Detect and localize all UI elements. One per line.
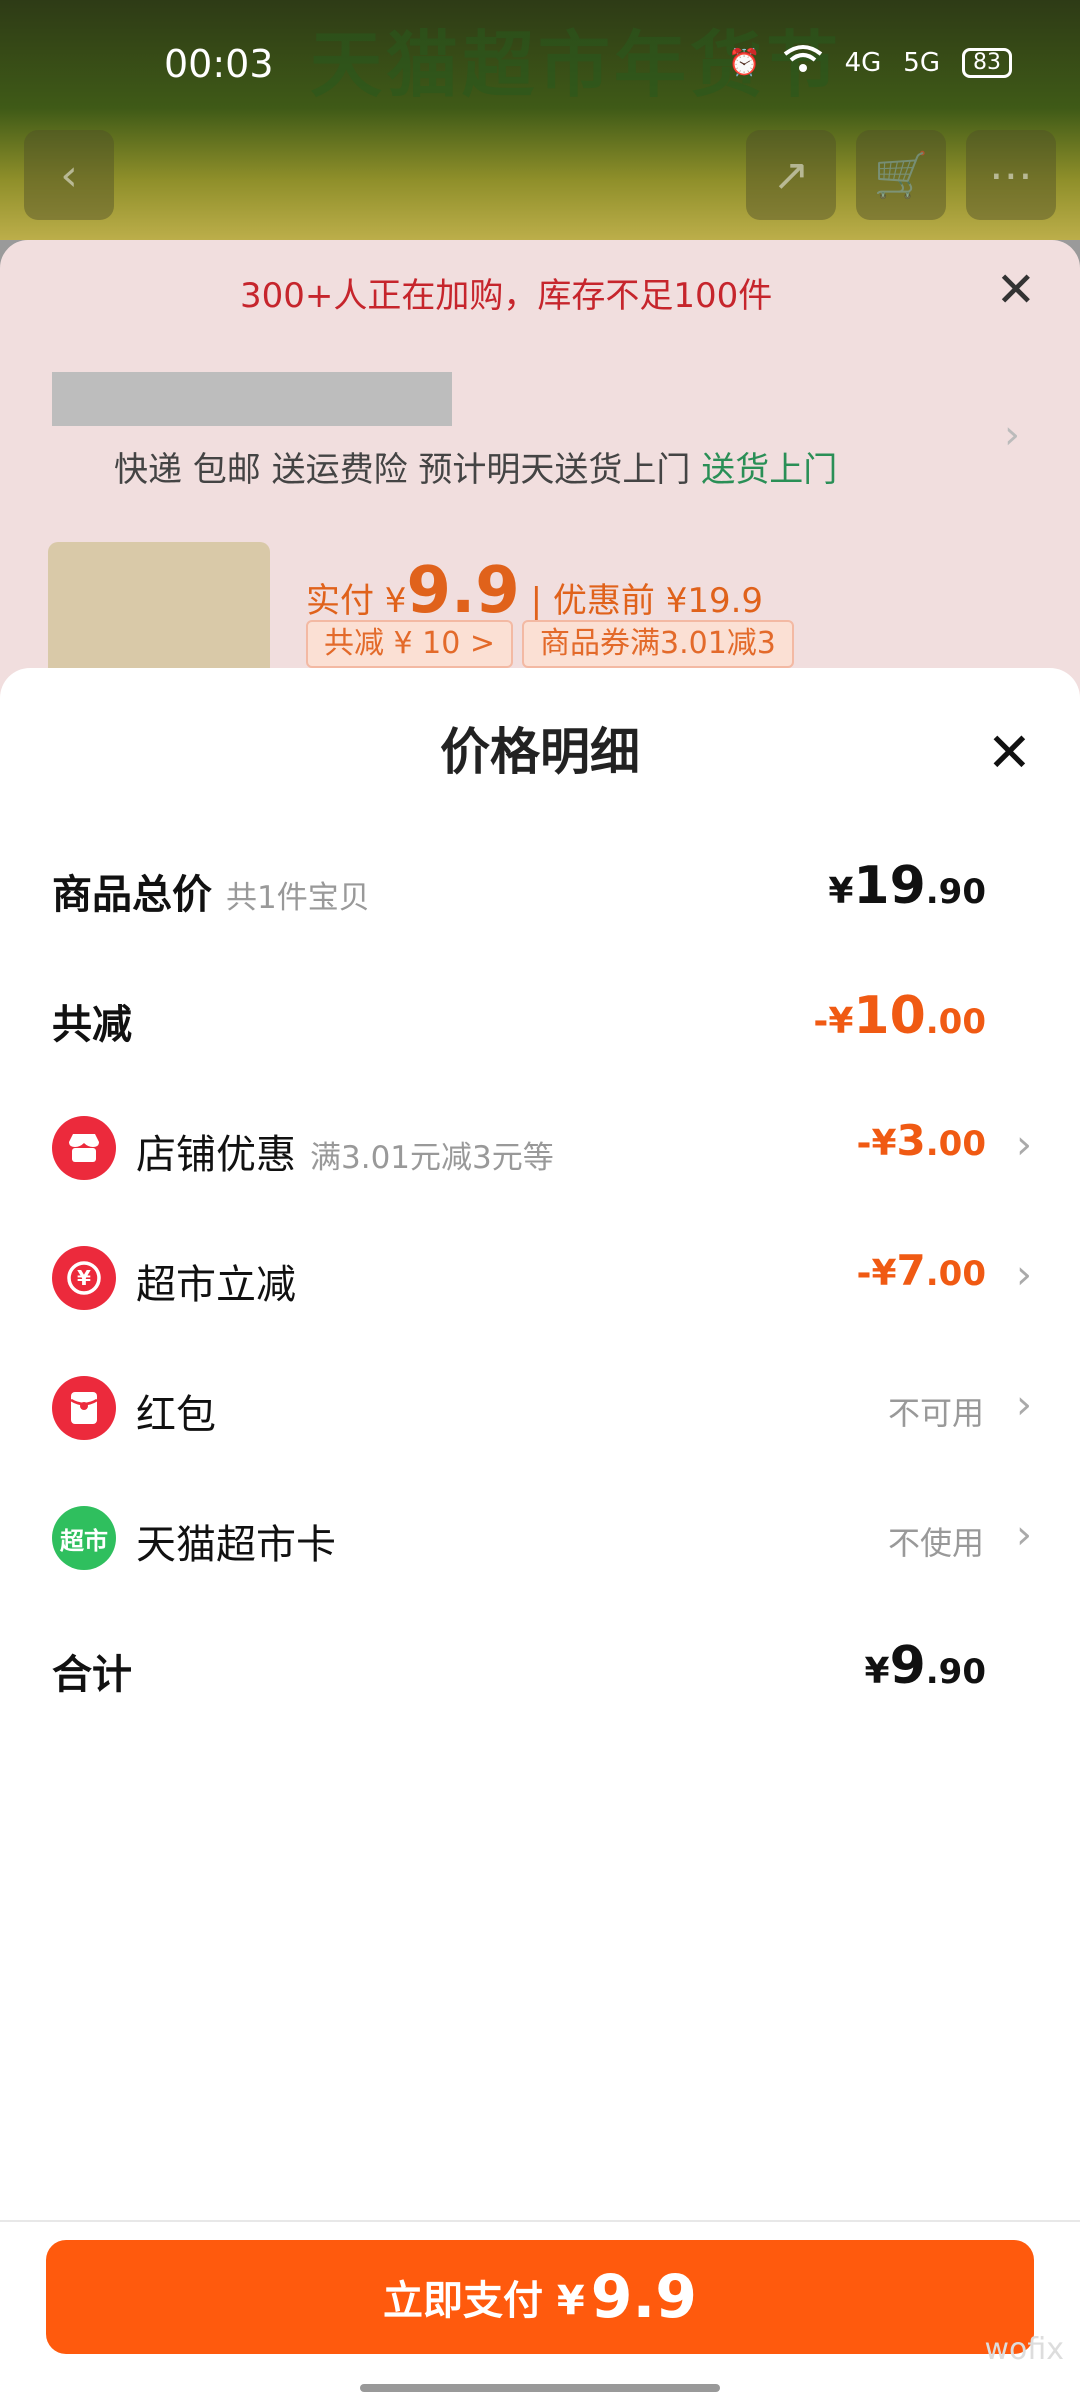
svg-text:¥: ¥ xyxy=(77,1266,91,1290)
signal-4g-icon: 4G xyxy=(844,47,882,78)
price-detail-sheet: 价格明细 ✕ 商品总价 共1件宝贝 ¥19.90 共减 -¥10.00 店铺优惠满… xyxy=(0,668,1080,2400)
signal-5g-icon: 5G xyxy=(903,47,940,78)
row-market-discount[interactable]: ¥ 超市立减 -¥7.00 › xyxy=(0,1224,1080,1334)
share-icon[interactable]: ↗ xyxy=(746,130,836,220)
home-indicator[interactable] xyxy=(360,2384,720,2392)
items-total-value: ¥19.90 xyxy=(828,856,986,916)
status-bar: 00:03 ⏰ 4G 5G 83 xyxy=(0,0,1080,110)
items-total-title: 商品总价 xyxy=(52,872,212,918)
shipping-info: 快递 包邮 送运费险 预计明天送货上门 送货上门 xyxy=(114,442,837,491)
currency-symbol: -¥ xyxy=(856,1123,897,1164)
shipping-highlight: 送货上门 xyxy=(701,450,838,490)
grand-total-value: ¥9.90 xyxy=(865,1636,986,1696)
close-sheet-icon[interactable]: ✕ xyxy=(987,726,1032,780)
status-time: 00:03 xyxy=(164,42,274,86)
row-shop-discount[interactable]: 店铺优惠 满3.01元减3元等 -¥3.00 › xyxy=(0,1094,1080,1204)
amount-dec: .00 xyxy=(925,1002,986,1042)
coupon-tag: 商品券满3.01减3 xyxy=(522,620,794,668)
red-packet-label: 红包 xyxy=(136,1392,216,1438)
red-packet-status: 不可用 xyxy=(887,1394,984,1432)
wifi-icon xyxy=(783,44,823,81)
pay-now-label: 立即支付 ¥ xyxy=(382,2278,585,2324)
market-card-icon-text: 超市 xyxy=(60,1526,108,1555)
background-page: 天猫超市年货节 00:03 ⏰ 4G 5G 83 ‹ ↗ 🛒 ⋯ 300+人正在… xyxy=(0,0,1080,702)
close-icon[interactable]: ✕ xyxy=(996,262,1036,318)
back-icon[interactable]: ‹ xyxy=(24,130,114,220)
shop-discount-rule: 满3.01元减3元等 xyxy=(310,1140,554,1176)
shop-icon xyxy=(52,1116,116,1180)
alarm-icon: ⏰ xyxy=(728,47,761,78)
stock-notice: 300+人正在加购，库存不足100件 xyxy=(240,276,773,316)
amount-dec: .90 xyxy=(925,1652,986,1692)
chevron-right-icon: › xyxy=(1016,1252,1032,1298)
footer-divider xyxy=(0,2220,1080,2222)
market-card-icon: 超市 xyxy=(52,1506,116,1570)
amount-dec: .90 xyxy=(925,872,986,912)
amount-dec: .00 xyxy=(925,1254,986,1294)
row-tmall-card[interactable]: 超市 天猫超市卡 不使用 › xyxy=(0,1484,1080,1594)
currency-symbol: -¥ xyxy=(813,1001,854,1042)
market-discount-label: 超市立减 xyxy=(136,1262,296,1308)
total-reduction-label: 共减 xyxy=(52,1002,132,1048)
status-icons: ⏰ 4G 5G 83 xyxy=(728,44,1012,81)
tmall-card-label: 天猫超市卡 xyxy=(136,1522,336,1568)
chevron-right-icon: › xyxy=(1016,1382,1032,1428)
chevron-right-icon[interactable]: › xyxy=(1004,412,1020,458)
row-grand-total: 合计 ¥9.90 xyxy=(0,1614,1080,1724)
amount-int: 7 xyxy=(896,1246,926,1295)
pay-now-button[interactable]: 立即支付 ¥9.9 xyxy=(46,2240,1034,2354)
shipping-text: 快递 包邮 送运费险 预计明天送货上门 xyxy=(114,450,691,490)
red-packet-icon xyxy=(52,1376,116,1440)
amount-int: 9 xyxy=(889,1636,926,1696)
amount-int: 3 xyxy=(896,1116,926,1165)
price-value: 9.9 xyxy=(406,554,520,628)
tmall-card-status: 不使用 xyxy=(887,1524,984,1562)
items-count: 共1件宝贝 xyxy=(226,880,370,916)
amount-dec: .00 xyxy=(925,1124,986,1164)
currency-symbol: -¥ xyxy=(856,1253,897,1294)
sheet-title: 价格明细 xyxy=(440,723,640,781)
pay-now-amount: 9.9 xyxy=(590,2262,698,2332)
amount-int: 10 xyxy=(853,986,926,1046)
shop-discount-title: 店铺优惠 xyxy=(136,1132,296,1178)
amount-int: 19 xyxy=(853,856,926,916)
grand-total-label: 合计 xyxy=(52,1652,132,1698)
currency-symbol: ¥ xyxy=(864,1651,890,1692)
row-items-total: 商品总价 共1件宝贝 ¥19.90 xyxy=(0,834,1080,944)
chevron-right-icon: › xyxy=(1016,1122,1032,1168)
discount-tag[interactable]: 共减 ¥ 10 > xyxy=(306,620,514,668)
total-reduction-value: -¥10.00 xyxy=(813,986,986,1046)
shop-discount-value: -¥3.00 xyxy=(857,1116,986,1165)
product-price: 实付 ¥9.9 | 优惠前 ¥19.9 xyxy=(306,554,763,628)
battery-icon: 83 xyxy=(962,47,1012,78)
shop-discount-label: 店铺优惠 满3.01元减3元等 xyxy=(136,1122,554,1180)
price-before: | 优惠前 ¥19.9 xyxy=(530,581,764,621)
yen-coupon-icon: ¥ xyxy=(52,1246,116,1310)
market-discount-value: -¥7.00 xyxy=(857,1246,986,1295)
more-icon[interactable]: ⋯ xyxy=(966,130,1056,220)
cart-icon[interactable]: 🛒 xyxy=(856,130,946,220)
items-total-label: 商品总价 共1件宝贝 xyxy=(52,862,370,920)
row-red-packet[interactable]: 红包 不可用 › xyxy=(0,1354,1080,1464)
watermark: wofix xyxy=(984,2332,1064,2367)
row-total-reduction: 共减 -¥10.00 xyxy=(0,964,1080,1074)
price-prefix: 实付 ¥ xyxy=(306,581,407,621)
chevron-right-icon: › xyxy=(1016,1512,1032,1558)
redacted-address xyxy=(52,372,452,426)
currency-symbol: ¥ xyxy=(828,871,854,912)
